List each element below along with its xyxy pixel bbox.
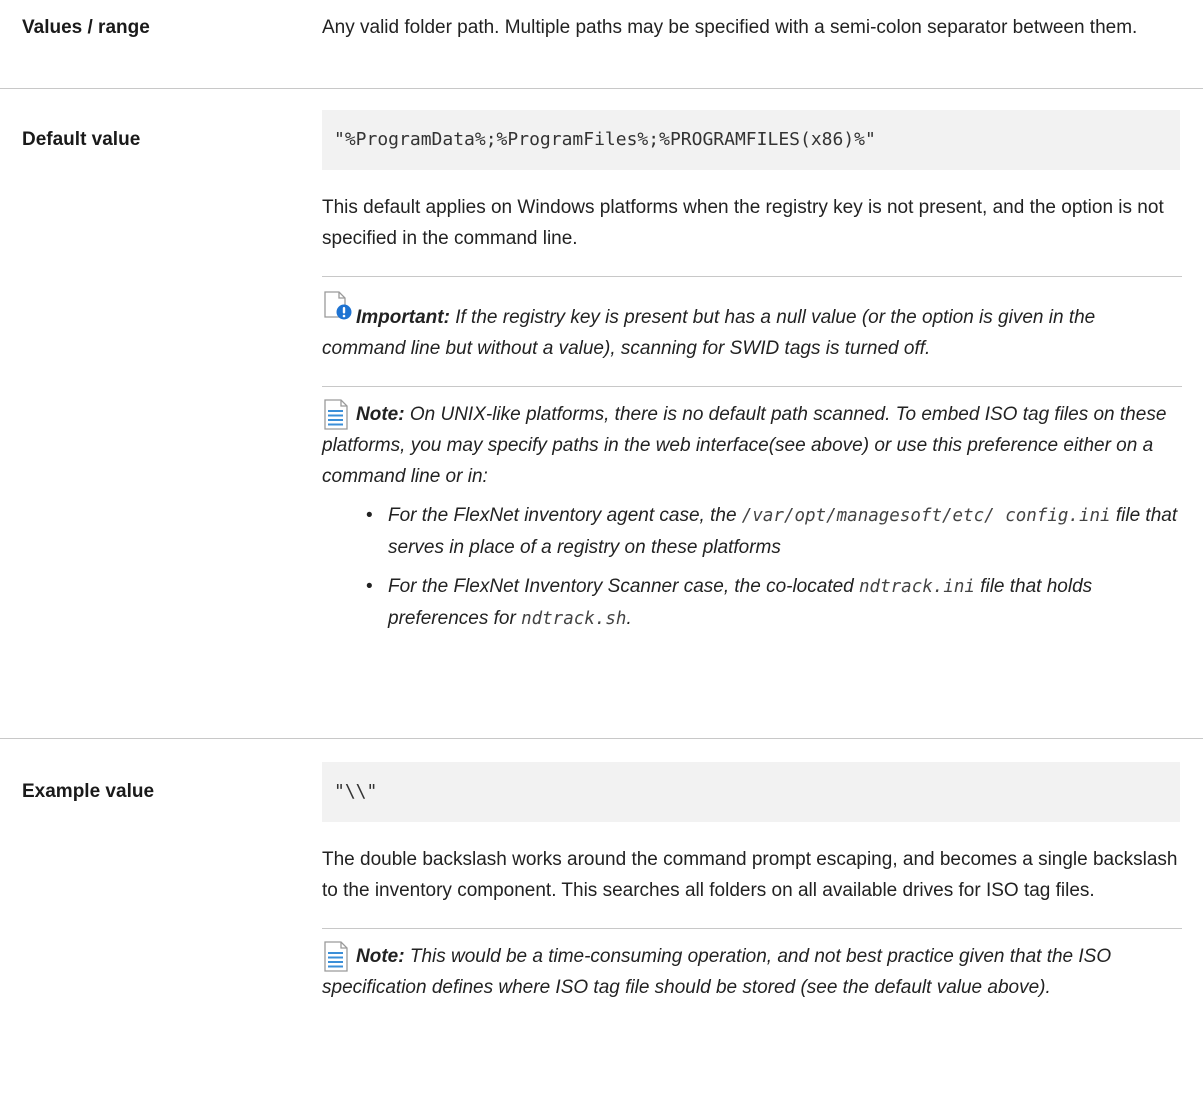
values-range-label: Values / range bbox=[22, 17, 150, 38]
document-note-icon bbox=[323, 941, 353, 973]
note-text: On UNIX-like platforms, there is no defa… bbox=[322, 404, 1167, 487]
default-value-code: "%ProgramData%;%ProgramFiles%;%PROGRAMFI… bbox=[322, 110, 1180, 170]
default-value-text: This default applies on Windows platform… bbox=[322, 197, 1164, 249]
document-note-icon bbox=[323, 399, 353, 431]
config-ini-path: /var/opt/managesoft/etc/ config.ini bbox=[741, 506, 1111, 526]
example-value-code: "\\" bbox=[322, 762, 1180, 822]
example-value-label: Example value bbox=[22, 781, 155, 802]
row-divider bbox=[0, 88, 1203, 89]
list-item: • For the FlexNet Inventory Scanner case… bbox=[366, 576, 1093, 629]
list-item: • For the FlexNet inventory agent case, … bbox=[366, 505, 1178, 558]
note-bullet-list: • For the FlexNet inventory agent case, … bbox=[322, 500, 1182, 635]
note-callout-example: Note: This would be a time-consuming ope… bbox=[322, 928, 1182, 1003]
values-range-content: Any valid folder path. Multiple paths ma… bbox=[322, 12, 1182, 43]
example-value-text: The double backslash works around the co… bbox=[322, 849, 1178, 901]
default-value-label: Default value bbox=[22, 129, 141, 150]
document-important-icon bbox=[323, 291, 353, 323]
note-text: This would be a time-consuming operation… bbox=[322, 946, 1112, 998]
note-label: Note: bbox=[356, 404, 405, 425]
note-callout-unix: Note: On UNIX-like platforms, there is n… bbox=[322, 386, 1182, 635]
default-value-content: "%ProgramData%;%ProgramFiles%;%PROGRAMFI… bbox=[322, 110, 1182, 635]
values-range-text: Any valid folder path. Multiple paths ma… bbox=[322, 17, 1138, 38]
row-divider bbox=[0, 738, 1203, 739]
important-label: Important: bbox=[356, 307, 450, 328]
ndtrack-ini-filename: ndtrack.ini bbox=[859, 577, 975, 597]
important-callout: Important: If the registry key is presen… bbox=[322, 276, 1182, 386]
ndtrack-sh-filename: ndtrack.sh bbox=[521, 609, 627, 629]
example-value-content: "\\" The double backslash works around t… bbox=[322, 762, 1182, 1003]
note-label: Note: bbox=[356, 946, 405, 967]
